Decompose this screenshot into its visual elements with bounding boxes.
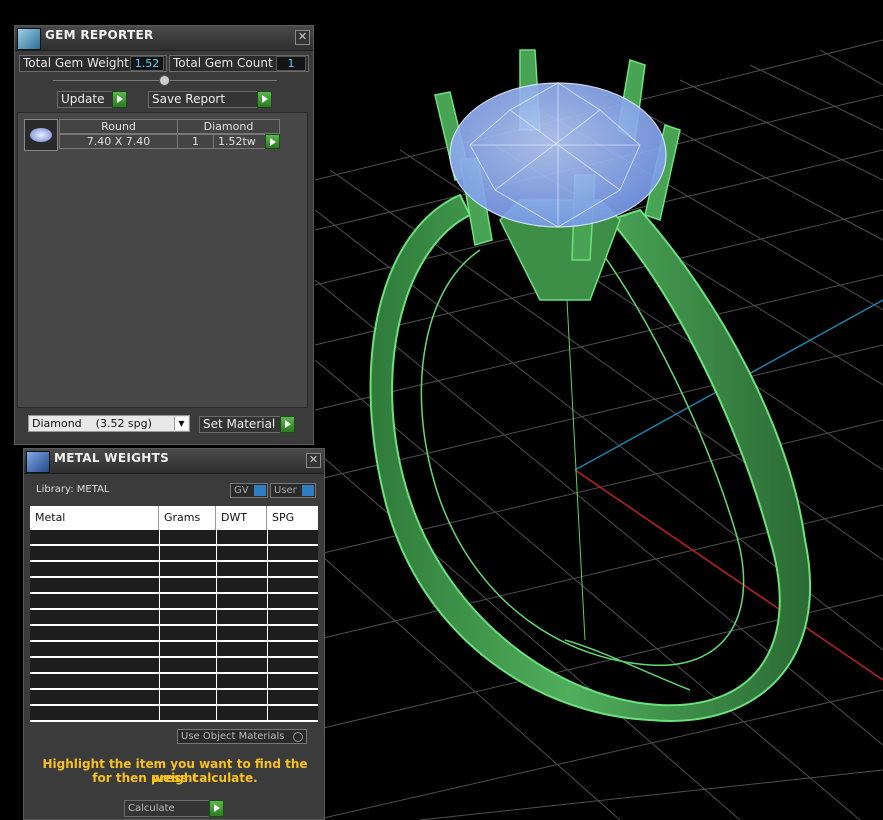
gem-count-cell: 1 — [177, 134, 214, 149]
gem-type-header: Diamond — [177, 119, 280, 134]
table-row[interactable] — [30, 562, 318, 577]
metal-weights-panel: METAL WEIGHTS ✕ Library: METAL GV User M… — [23, 448, 325, 820]
play-arrow-icon — [280, 416, 295, 433]
calculate-button[interactable]: Calculate — [124, 800, 224, 817]
material-select[interactable]: Diamond (3.52 spg) ▼ — [28, 415, 190, 432]
library-label: Library: METAL — [36, 484, 110, 495]
gem-weight-cell[interactable]: 1.52tw — [213, 134, 280, 149]
total-gem-weight-label: Total Gem Weight — [23, 56, 129, 70]
metal-table-body — [30, 530, 318, 722]
metal-weights-title: METAL WEIGHTS — [54, 451, 170, 465]
total-gem-count-box: Total Gem Count 1 — [169, 55, 309, 72]
gem-reporter-logo-icon — [17, 28, 41, 50]
ring-model[interactable] — [369, 49, 811, 722]
use-object-materials-toggle[interactable]: Use Object Materials — [177, 729, 307, 744]
gem-row[interactable]: Round Diamond 7.40 X 7.40 1 1.52tw — [24, 119, 284, 153]
metal-column-header: Metal — [30, 506, 159, 530]
toggle-indicator-icon — [302, 485, 314, 496]
column-divider — [216, 530, 217, 722]
column-divider — [267, 530, 268, 722]
table-row[interactable] — [30, 642, 318, 657]
round-gem-thumbnail-icon — [24, 119, 58, 151]
column-divider — [159, 530, 160, 722]
gem-list: Round Diamond 7.40 X 7.40 1 1.52tw — [17, 112, 308, 408]
table-row[interactable] — [30, 690, 318, 705]
instruction-line-2: for then press calculate. — [92, 771, 258, 785]
close-icon[interactable]: ✕ — [295, 30, 310, 45]
gem-shape-header: Round — [59, 119, 178, 134]
total-gem-weight-box: Total Gem Weight 1.52 — [19, 55, 167, 72]
chevron-down-icon[interactable]: ▼ — [174, 417, 188, 430]
calculate-button-label: Calculate — [128, 803, 175, 814]
set-material-button-label: Set Material — [203, 417, 276, 431]
radio-indicator-icon — [293, 732, 303, 742]
gem-reporter-titlebar[interactable]: GEM REPORTER ✕ — [15, 26, 313, 51]
save-report-button[interactable]: Save Report — [148, 91, 272, 108]
table-row[interactable] — [30, 626, 318, 641]
close-icon[interactable]: ✕ — [306, 453, 321, 468]
metal-weights-titlebar[interactable]: METAL WEIGHTS ✕ — [24, 449, 324, 474]
grams-column-header: Grams — [159, 506, 216, 530]
total-gem-count-label: Total Gem Count — [173, 56, 273, 70]
play-arrow-icon[interactable] — [265, 134, 280, 149]
y-axis-line — [566, 299, 586, 641]
play-arrow-icon — [209, 800, 224, 817]
splitter-knob-icon[interactable] — [159, 75, 170, 86]
gem-reporter-panel: GEM REPORTER ✕ Total Gem Weight 1.52 Tot… — [14, 25, 314, 445]
table-row[interactable] — [30, 546, 318, 561]
play-arrow-icon — [112, 91, 127, 108]
table-row[interactable] — [30, 530, 318, 545]
user-toggle-label: User — [274, 485, 297, 496]
material-select-value: Diamond (3.52 spg) — [32, 417, 152, 430]
total-gem-weight-value: 1.52 — [130, 56, 164, 71]
use-object-materials-label: Use Object Materials — [181, 731, 285, 742]
set-material-button[interactable]: Set Material — [199, 416, 295, 433]
gem-size-cell: 7.40 X 7.40 — [59, 134, 178, 149]
total-gem-count-value: 1 — [276, 56, 306, 71]
table-row[interactable] — [30, 658, 318, 673]
update-button-label: Update — [61, 92, 105, 106]
toggle-indicator-icon — [254, 485, 266, 496]
metal-table: Metal Grams DWT SPG — [30, 506, 318, 722]
dwt-column-header: DWT — [216, 506, 267, 530]
gem-reporter-title: GEM REPORTER — [45, 28, 154, 42]
table-row[interactable] — [30, 610, 318, 625]
gv-toggle-label: GV — [234, 485, 249, 496]
table-row[interactable] — [30, 594, 318, 609]
user-toggle[interactable]: User — [270, 483, 316, 498]
table-row[interactable] — [30, 578, 318, 593]
splitter-handle[interactable] — [53, 75, 277, 86]
save-report-button-label: Save Report — [152, 92, 226, 106]
table-row[interactable] — [30, 674, 318, 689]
update-button[interactable]: Update — [57, 91, 127, 108]
metal-weights-logo-icon — [26, 451, 50, 473]
gv-toggle[interactable]: GV — [230, 483, 268, 498]
gem-weight-value: 1.52tw — [218, 135, 256, 148]
play-arrow-icon — [257, 91, 272, 108]
spg-column-header: SPG — [272, 511, 295, 524]
table-row[interactable] — [30, 706, 318, 721]
x-axis-line — [574, 469, 883, 681]
